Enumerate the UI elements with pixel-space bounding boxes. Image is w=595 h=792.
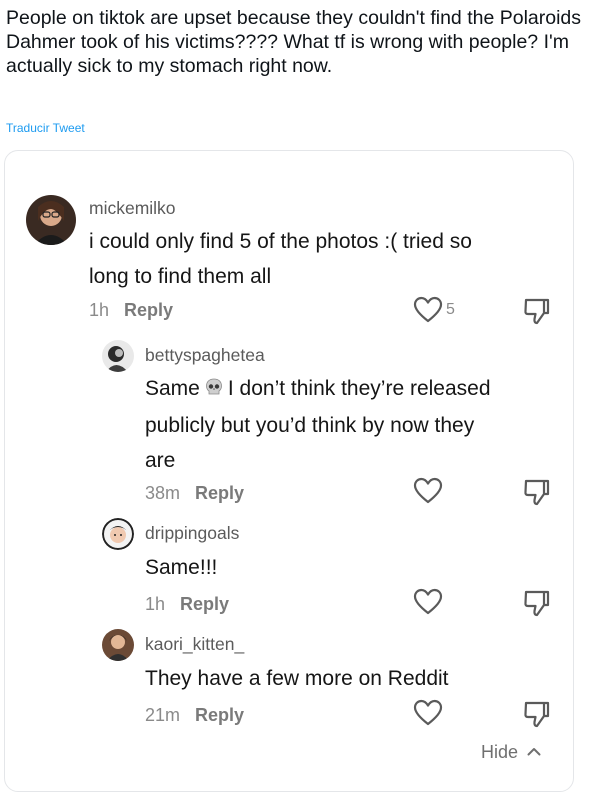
heart-outline-icon[interactable] xyxy=(413,699,443,732)
avatar[interactable] xyxy=(102,518,134,550)
skull-emoji-icon xyxy=(204,373,224,408)
reply-time: 38m xyxy=(145,483,181,503)
reply-text: Same!!! xyxy=(145,556,218,579)
reply-time: 21m xyxy=(145,705,181,725)
reply-button[interactable]: Reply xyxy=(195,705,244,725)
reply-meta: 21m Reply xyxy=(145,705,244,726)
comment-username[interactable]: mickemilko xyxy=(89,198,176,219)
thumbs-down-icon[interactable] xyxy=(522,699,550,734)
like-count: 5 xyxy=(446,301,455,318)
comment-text: i could only find 5 of the photos :( tri… xyxy=(89,230,472,288)
avatar[interactable] xyxy=(26,195,76,245)
translate-tweet-link[interactable]: Traducir Tweet xyxy=(6,121,85,135)
thumbs-down-icon[interactable] xyxy=(522,296,550,331)
hide-replies-button[interactable]: Hide xyxy=(481,740,541,763)
reply-text: Same I don’t think they’re released publi… xyxy=(145,371,495,478)
reply-button[interactable]: Reply xyxy=(180,594,229,614)
thumbs-down-icon[interactable] xyxy=(522,477,550,512)
reply-meta: 38m Reply xyxy=(145,483,244,504)
heart-outline-icon[interactable] xyxy=(413,588,443,621)
reply-text: They have a few more on Reddit xyxy=(145,667,449,690)
reply-button[interactable]: Reply xyxy=(195,483,244,503)
chevron-up-icon xyxy=(527,740,541,761)
reply-text-start: Same xyxy=(145,377,200,400)
reply-username[interactable]: kaori_kitten_ xyxy=(145,634,244,655)
hide-label: Hide xyxy=(481,742,519,762)
reply-time: 1h xyxy=(145,594,166,614)
heart-outline-icon[interactable] xyxy=(413,477,443,510)
reply-meta: 1h Reply xyxy=(145,594,229,615)
tweet-text: People on tiktok are upset because they … xyxy=(6,7,582,77)
reply-username[interactable]: bettyspaghetea xyxy=(145,345,265,366)
comment-meta: 1h Reply xyxy=(89,300,173,321)
comment-time: 1h xyxy=(89,300,110,320)
thumbs-down-icon[interactable] xyxy=(522,588,550,623)
avatar[interactable] xyxy=(102,629,134,661)
reply-username[interactable]: drippingoals xyxy=(145,523,239,544)
heart-outline-icon[interactable] xyxy=(413,296,443,329)
reply-button[interactable]: Reply xyxy=(124,300,173,320)
avatar[interactable] xyxy=(102,340,134,372)
